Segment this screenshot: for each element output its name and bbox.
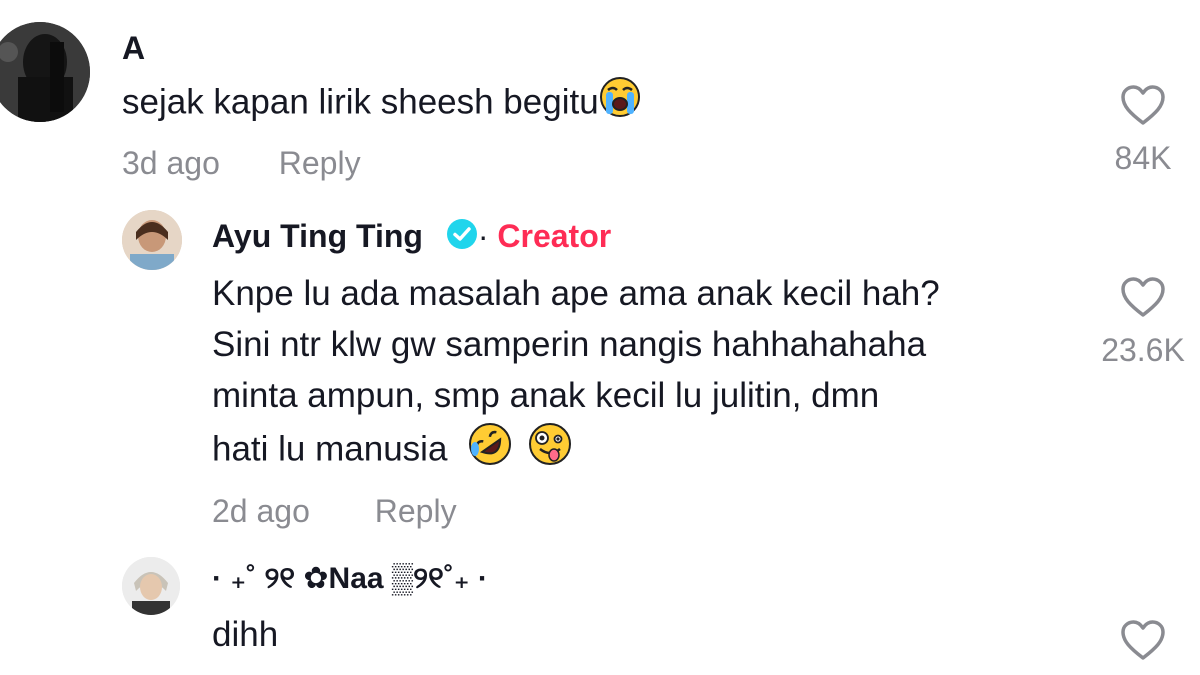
comment-text-line: hati lu manusia <box>212 429 448 469</box>
comment-text: Knpe lu ada masalah ape ama anak kecil h… <box>212 268 940 481</box>
comment-time: 3d ago <box>122 145 220 181</box>
like-button[interactable]: 84K <box>1095 84 1191 177</box>
comment-text-line: sejak kapan lirik sheesh begitu <box>122 82 599 122</box>
comment-1: A sejak kapan lirik sheesh begitu 3d ago… <box>0 0 1200 200</box>
like-count: 23.6K <box>1101 332 1185 368</box>
creator-badge: Creator <box>497 218 612 254</box>
avatar[interactable] <box>122 557 180 615</box>
comment-time: 2d ago <box>212 493 310 529</box>
comment-meta: 2d ago Reply <box>212 493 457 530</box>
reply-button[interactable]: Reply <box>279 145 361 181</box>
comment-text-line: Knpe lu ada masalah ape ama anak kecil h… <box>212 274 940 313</box>
heart-icon <box>1121 620 1165 660</box>
avatar[interactable] <box>122 210 182 270</box>
comment-meta: 3d ago Reply <box>122 145 361 182</box>
comment-3: · ₊˚ ୨୧ ✿Naa ▒୨୧˚₊ · dihh <box>0 545 1200 675</box>
verified-badge-icon <box>446 218 478 259</box>
avatar[interactable] <box>0 22 90 122</box>
comment-text-line: Sini ntr klw gw samperin nangis hahhahah… <box>212 325 927 364</box>
comment-author[interactable]: A <box>122 28 145 68</box>
reply-button[interactable]: Reply <box>375 493 457 529</box>
heart-icon <box>1121 85 1165 125</box>
comment-text: sejak kapan lirik sheesh begitu <box>122 76 641 132</box>
zany-face-icon <box>527 421 573 481</box>
comment-author-line: Ayu Ting Ting · Creator <box>212 216 611 259</box>
like-button[interactable]: 23.6K <box>1088 276 1198 369</box>
rolling-on-floor-laughing-icon <box>467 421 513 481</box>
comment-author[interactable]: · ₊˚ ୨୧ ✿Naa ▒୨୧˚₊ · <box>212 559 488 599</box>
comment-author[interactable]: Ayu Ting Ting <box>212 218 423 254</box>
comment-text-line-last: hati lu manusia <box>212 421 940 481</box>
comment-text: dihh <box>212 609 278 660</box>
comment-2: Ayu Ting Ting · Creator Knpe lu ada masa… <box>0 200 1200 545</box>
comment-text-line: dihh <box>212 615 279 654</box>
like-count: 84K <box>1114 140 1172 176</box>
comment-text-line: minta ampun, smp anak kecil lu julitin, … <box>212 376 880 415</box>
like-button[interactable] <box>1095 619 1191 661</box>
heart-icon <box>1121 277 1165 317</box>
separator-dot: · <box>477 218 489 254</box>
loudly-crying-face-icon <box>599 76 641 132</box>
